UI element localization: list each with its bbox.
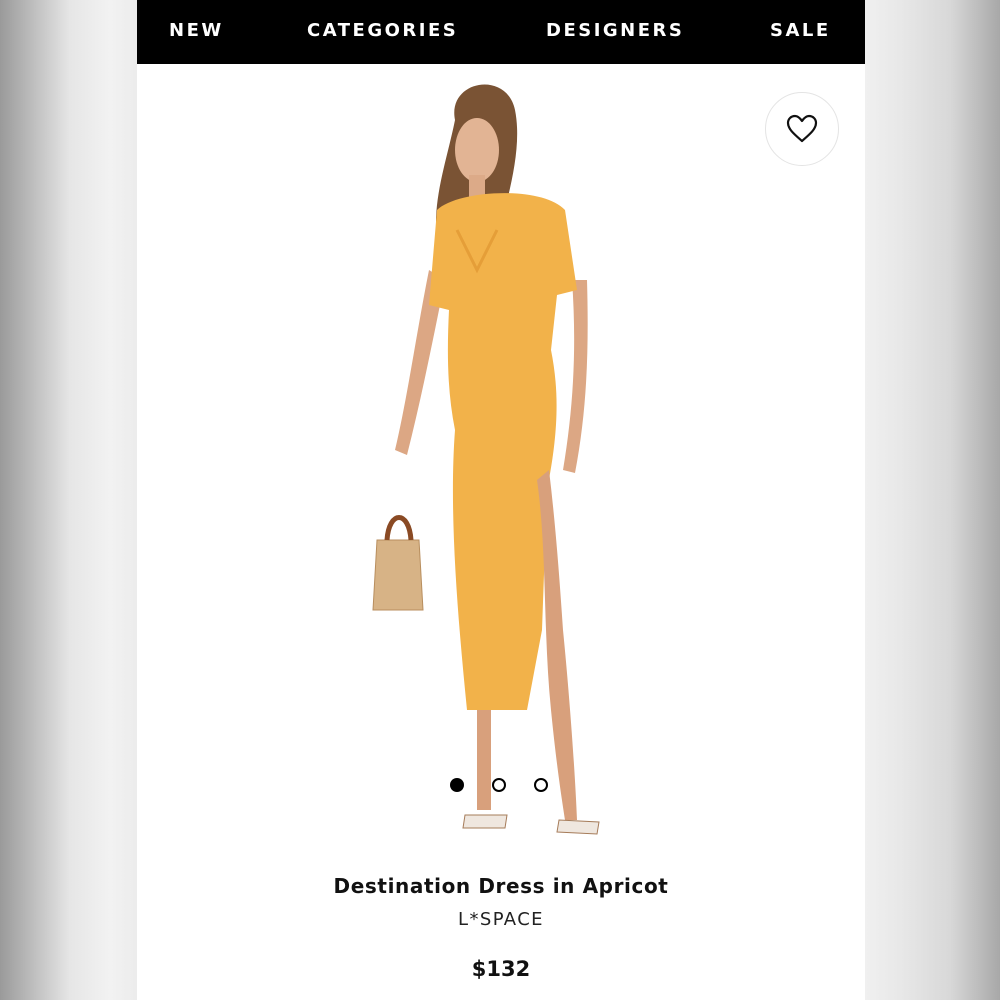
carousel-dot-3[interactable]: [534, 778, 548, 792]
leg: [537, 470, 577, 820]
face: [455, 118, 499, 182]
straw-bag: [372, 539, 424, 611]
bag-handle: [384, 515, 414, 541]
product-page: NEW CATEGORIES DESIGNERS SALE Destinatio…: [137, 0, 865, 1000]
top-navigation: NEW CATEGORIES DESIGNERS SALE: [137, 0, 865, 64]
carousel-dot-2[interactable]: [492, 778, 506, 792]
product-image[interactable]: [337, 70, 657, 850]
left-shoe: [462, 814, 508, 829]
nav-sale[interactable]: SALE: [770, 20, 831, 41]
product-price: $132: [471, 957, 531, 981]
image-carousel-indicator: [450, 778, 560, 794]
lower-leg: [477, 710, 491, 810]
heart-icon: [786, 114, 818, 143]
nav-new[interactable]: NEW: [169, 20, 224, 41]
favorite-button[interactable]: [765, 92, 839, 166]
right-shoe: [556, 819, 600, 835]
carousel-dot-1[interactable]: [450, 778, 464, 792]
right-arm: [563, 280, 588, 473]
nav-designers[interactable]: DESIGNERS: [546, 20, 684, 41]
nav-categories[interactable]: CATEGORIES: [307, 20, 458, 41]
product-title: Destination Dress in Apricot: [333, 874, 669, 898]
product-brand[interactable]: L*SPACE: [137, 909, 865, 930]
